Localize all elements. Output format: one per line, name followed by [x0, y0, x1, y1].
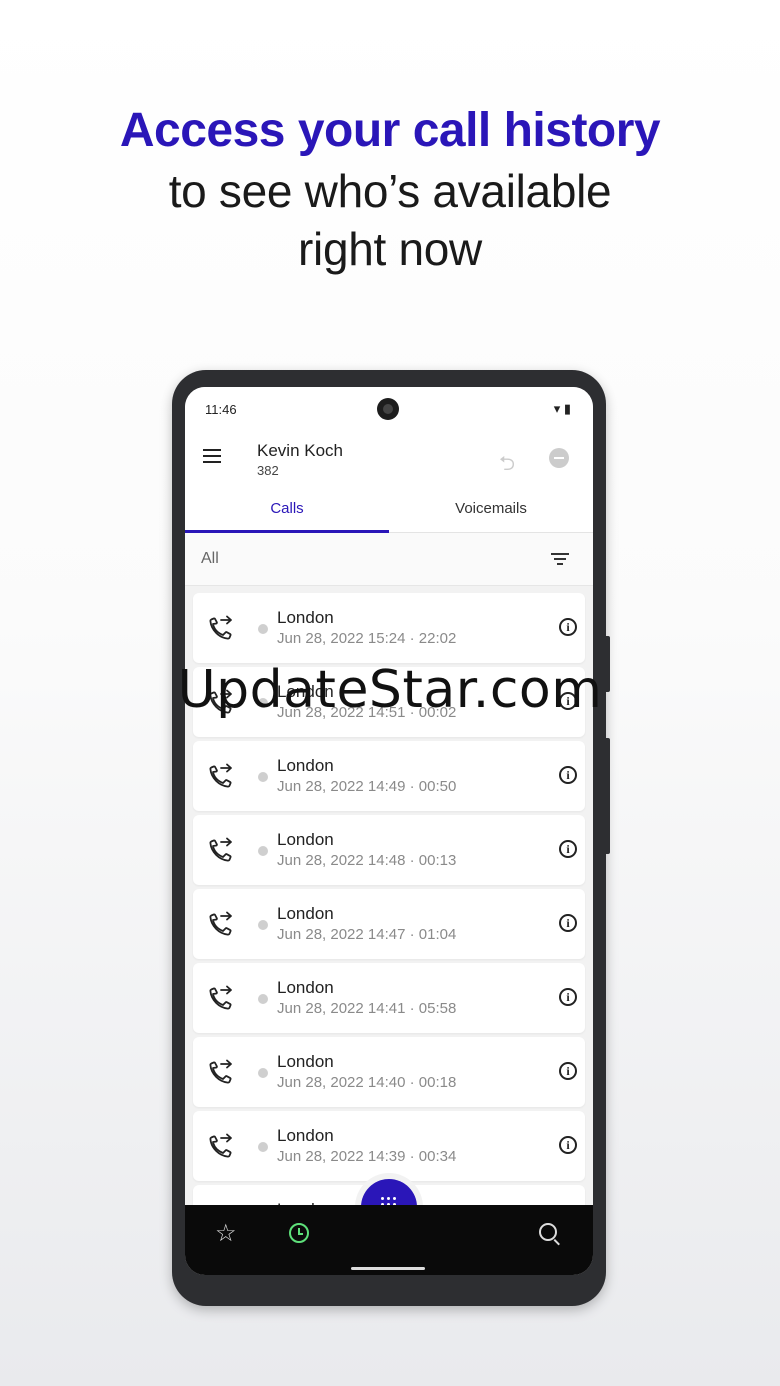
phone-frame: 11:46 ▾ ▮ Kevin Koch 382 ⮌ Calls Voicema… — [172, 370, 610, 1306]
headline: Access your call history to see who’s av… — [0, 100, 780, 278]
power-button — [606, 738, 610, 854]
outgoing-call-icon — [207, 985, 235, 1011]
call-list-item[interactable]: London Jun 28, 2022 14:48 · 00:13 i — [193, 815, 585, 885]
call-list-item[interactable]: London Jun 28, 2022 15:24 · 22:02 i — [193, 593, 585, 663]
info-icon[interactable]: i — [559, 618, 577, 636]
call-datetime-duration: Jun 28, 2022 15:24 · 22:02 — [277, 630, 457, 647]
bottom-navigation: ☆ — [185, 1205, 593, 1275]
camera-punch-hole — [377, 398, 399, 420]
call-datetime-duration: Jun 28, 2022 14:49 · 00:50 — [277, 778, 457, 795]
call-location: London — [277, 904, 334, 923]
app-bar: Kevin Koch 382 ⮌ — [185, 431, 593, 486]
tab-voicemails[interactable]: Voicemails — [389, 500, 593, 517]
outgoing-call-icon — [207, 763, 235, 789]
home-indicator[interactable] — [351, 1267, 425, 1270]
call-list-item[interactable]: London Jun 28, 2022 14:39 · 00:34 i — [193, 1111, 585, 1181]
presence-dot — [258, 1068, 268, 1078]
outgoing-call-icon — [207, 1059, 235, 1085]
tab-calls[interactable]: Calls — [185, 500, 389, 517]
info-icon[interactable]: i — [559, 766, 577, 784]
call-datetime-duration: Jun 28, 2022 14:41 · 05:58 — [277, 1000, 457, 1017]
call-location: London — [277, 1126, 334, 1145]
call-location: London — [277, 608, 334, 627]
outgoing-call-icon — [207, 615, 235, 641]
filter-icon[interactable] — [551, 553, 569, 565]
user-name: Kevin Koch — [257, 441, 343, 460]
presence-dot — [258, 846, 268, 856]
call-list-item[interactable]: London Jun 28, 2022 14:41 · 05:58 i — [193, 963, 585, 1033]
presence-dot — [258, 994, 268, 1004]
call-datetime-duration: Jun 28, 2022 14:40 · 00:18 — [277, 1074, 457, 1091]
menu-icon[interactable] — [203, 449, 221, 463]
status-bar: 11:46 ▾ ▮ — [185, 387, 593, 431]
call-location: London — [277, 756, 334, 775]
filter-label[interactable]: All — [201, 550, 219, 568]
wifi-battery-icon: ▾ ▮ — [553, 401, 571, 416]
call-list-item[interactable]: London Jun 28, 2022 14:49 · 00:50 i — [193, 741, 585, 811]
info-icon[interactable]: i — [559, 840, 577, 858]
call-forward-icon[interactable]: ⮌ — [499, 449, 515, 483]
info-icon[interactable]: i — [559, 988, 577, 1006]
outgoing-call-icon — [207, 911, 235, 937]
outgoing-call-icon — [207, 837, 235, 863]
call-list-item[interactable]: London Jun 28, 2022 14:40 · 00:18 i — [193, 1037, 585, 1107]
presence-dot — [258, 624, 268, 634]
search-icon[interactable] — [539, 1223, 557, 1241]
call-datetime-duration: Jun 28, 2022 14:48 · 00:13 — [277, 852, 457, 869]
headline-line-3: right now — [298, 223, 482, 275]
info-icon[interactable]: i — [559, 914, 577, 932]
star-icon[interactable]: ☆ — [215, 1219, 237, 1248]
presence-dot — [258, 920, 268, 930]
call-list-item[interactable]: London Jun 28, 2022 14:47 · 01:04 i — [193, 889, 585, 959]
watermark: UpdateStar.com — [177, 660, 603, 720]
call-location: London — [277, 830, 334, 849]
clock-icon[interactable] — [289, 1223, 309, 1243]
outgoing-call-icon — [207, 1133, 235, 1159]
filter-bar: All — [185, 533, 593, 586]
do-not-disturb-icon[interactable] — [549, 448, 569, 468]
info-icon[interactable]: i — [559, 1136, 577, 1154]
headline-line-2: to see who’s available — [168, 165, 612, 217]
headline-line-1: Access your call history — [119, 104, 661, 157]
call-datetime-duration: Jun 28, 2022 14:39 · 00:34 — [277, 1148, 457, 1165]
presence-dot — [258, 1142, 268, 1152]
user-extension: 382 — [257, 463, 279, 478]
presence-dot — [258, 772, 268, 782]
call-location: London — [277, 1052, 334, 1071]
info-icon[interactable]: i — [559, 1062, 577, 1080]
call-datetime-duration: Jun 28, 2022 14:47 · 01:04 — [277, 926, 457, 943]
status-time: 11:46 — [205, 402, 237, 417]
tab-bar: Calls Voicemails — [185, 486, 593, 533]
call-location: London — [277, 978, 334, 997]
phone-screen: 11:46 ▾ ▮ Kevin Koch 382 ⮌ Calls Voicema… — [185, 387, 593, 1275]
